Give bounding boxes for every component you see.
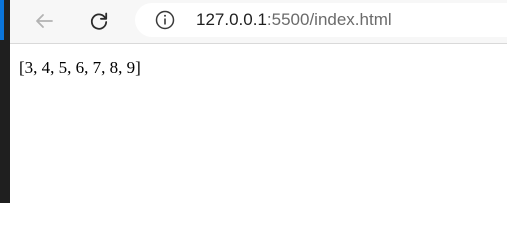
reload-icon	[90, 12, 108, 30]
url-host: 127.0.0.1	[196, 10, 267, 29]
url-path: :5500/index.html	[266, 10, 392, 29]
back-button[interactable]	[29, 6, 59, 36]
back-arrow-icon	[36, 14, 53, 28]
array-output-text: [3, 4, 5, 6, 7, 8, 9]	[19, 58, 141, 77]
toolbar-divider	[10, 43, 507, 44]
info-icon	[155, 10, 175, 30]
site-info-button[interactable]	[154, 9, 176, 31]
window-accent-bar	[0, 0, 4, 40]
url-text[interactable]: 127.0.0.1:5500/index.html	[196, 9, 392, 31]
reload-button[interactable]	[84, 6, 114, 36]
